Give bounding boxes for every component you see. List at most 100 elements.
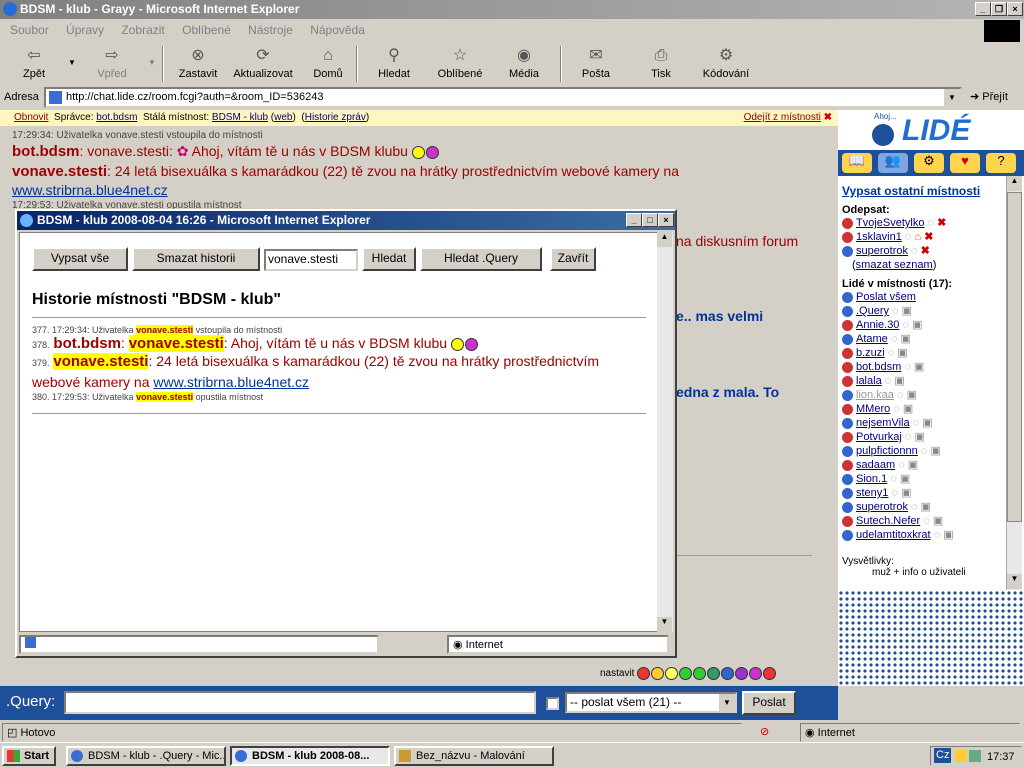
smiley-icon[interactable] bbox=[721, 667, 735, 680]
room-link[interactable]: BDSM - klub bbox=[212, 112, 268, 123]
start-button[interactable]: Start bbox=[2, 746, 56, 766]
camera-icon[interactable]: ▣ bbox=[901, 487, 911, 499]
smiley-icon[interactable] bbox=[749, 667, 763, 680]
message-input[interactable] bbox=[64, 691, 536, 714]
scroll-down-icon[interactable]: ▼ bbox=[657, 617, 672, 632]
people-item[interactable]: pulpfictionnn ◌ ▣ bbox=[842, 444, 1004, 458]
camera-icon[interactable]: ▣ bbox=[894, 375, 904, 387]
recipient-select[interactable]: -- poslat všem (21) -- ▼ bbox=[565, 692, 737, 713]
smiley-icon[interactable] bbox=[679, 667, 693, 680]
forward-button[interactable]: ⇨ Vpřed bbox=[92, 46, 132, 80]
web-link[interactable]: web bbox=[274, 112, 292, 123]
minimize-button[interactable]: _ bbox=[975, 2, 991, 16]
go-button[interactable]: ➜ Přejít bbox=[970, 90, 1008, 103]
camera-icon[interactable]: ▣ bbox=[912, 319, 922, 331]
smiley-icon[interactable] bbox=[651, 667, 665, 680]
forward-dropdown-icon[interactable]: ▼ bbox=[148, 58, 156, 67]
remove-icon[interactable]: ✖ bbox=[924, 231, 933, 243]
camera-icon[interactable]: ▣ bbox=[907, 389, 917, 401]
camera-icon[interactable]: ▣ bbox=[915, 431, 925, 443]
smiley-icon[interactable] bbox=[763, 667, 777, 680]
menu-favorites[interactable]: Oblíbené bbox=[182, 23, 231, 37]
message-icon[interactable]: ◌ bbox=[928, 217, 935, 229]
people-item[interactable]: Potvurkaj ◌ ▣ bbox=[842, 430, 1004, 444]
refresh-link[interactable]: Obnovit bbox=[14, 112, 48, 123]
menu-tools[interactable]: Nástroje bbox=[248, 23, 293, 37]
people-item[interactable]: Atame ◌ ▣ bbox=[842, 332, 1004, 346]
back-dropdown-icon[interactable]: ▼ bbox=[68, 58, 76, 67]
people-item[interactable]: Sion.1 ◌ ▣ bbox=[842, 472, 1004, 486]
people-item[interactable]: lion.kaa ◌ ▣ bbox=[842, 388, 1004, 402]
message-icon[interactable]: ◌ bbox=[902, 431, 915, 443]
message-icon[interactable]: ◌ bbox=[918, 445, 931, 457]
camera-icon[interactable]: ▣ bbox=[943, 529, 953, 541]
popup-close-button[interactable]: × bbox=[658, 213, 674, 227]
encoding-button[interactable]: ⚙ Kódování bbox=[700, 46, 752, 80]
people-item[interactable]: Annie.30 ◌ ▣ bbox=[842, 318, 1004, 332]
chevron-down-icon[interactable]: ▼ bbox=[719, 694, 735, 711]
camera-icon[interactable]: ▣ bbox=[897, 347, 907, 359]
search-button[interactable]: ⚲ Hledat bbox=[372, 46, 416, 80]
smiley-icon[interactable] bbox=[707, 667, 721, 680]
print-button[interactable]: ⎙ Tisk bbox=[642, 46, 680, 80]
menu-view[interactable]: Zobrazit bbox=[121, 23, 164, 37]
message-icon[interactable]: ◌ bbox=[894, 389, 907, 401]
smiley-icon[interactable] bbox=[665, 667, 679, 680]
remove-icon[interactable]: ✖ bbox=[921, 245, 930, 257]
camera-icon[interactable]: ▣ bbox=[908, 459, 918, 471]
camera-icon[interactable]: ▣ bbox=[914, 361, 924, 373]
sidebar-scrollbar[interactable]: ▲ ▼ bbox=[1006, 176, 1022, 590]
mail-button[interactable]: ✉ Pošta bbox=[574, 46, 618, 80]
address-input[interactable]: http://chat.lide.cz/room.fcgi?auth=&room… bbox=[44, 87, 962, 108]
camera-icon[interactable]: ▣ bbox=[900, 473, 910, 485]
people-item[interactable]: lalala ◌ ▣ bbox=[842, 374, 1004, 388]
history-link[interactable]: Historie zpráv bbox=[305, 112, 366, 123]
leave-room-link[interactable]: Odejít z místnosti bbox=[744, 112, 821, 123]
message-icon[interactable]: ◌ bbox=[885, 347, 898, 359]
camera-icon[interactable]: ▣ bbox=[933, 515, 943, 527]
message-icon[interactable]: ◌ bbox=[905, 231, 912, 243]
menu-file[interactable]: Soubor bbox=[10, 23, 49, 37]
show-all-button[interactable]: Vypsat vše bbox=[32, 247, 128, 271]
message-icon[interactable]: ◌ bbox=[889, 305, 902, 317]
send-all-item[interactable]: Poslat všem bbox=[842, 290, 1004, 304]
camera-icon[interactable]: ▣ bbox=[930, 445, 940, 457]
people-item[interactable]: .Query ◌ ▣ bbox=[842, 304, 1004, 318]
other-rooms-link[interactable]: Vypsat ostatní místnosti bbox=[842, 184, 1004, 198]
people-item[interactable]: superotrok ◌ ▣ bbox=[842, 500, 1004, 514]
clear-list-link[interactable]: smazat seznam bbox=[856, 259, 933, 271]
message-icon[interactable]: ◌ bbox=[899, 319, 912, 331]
message-icon[interactable]: ◌ bbox=[887, 473, 900, 485]
message-icon[interactable]: ◌ bbox=[890, 403, 903, 415]
private-checkbox[interactable] bbox=[546, 697, 559, 710]
history-link[interactable]: www.stribrna.blue4net.cz bbox=[153, 374, 309, 390]
close-x-icon[interactable]: ✖ bbox=[824, 112, 832, 123]
scroll-down-icon[interactable]: ▼ bbox=[1007, 574, 1022, 589]
task-item-active[interactable]: BDSM - klub 2008-08... bbox=[230, 746, 390, 766]
camera-icon[interactable]: ▣ bbox=[921, 501, 931, 513]
unsub-item[interactable]: superotrok ◌ ✖ bbox=[842, 244, 1004, 258]
close-popup-button[interactable]: Zavřít bbox=[550, 247, 596, 271]
task-item[interactable]: Bez_názvu - Malování bbox=[394, 746, 554, 766]
task-item[interactable]: BDSM - klub - .Query - Mic... bbox=[66, 746, 226, 766]
people-item[interactable]: Sutech.Nefer ◌ ▣ bbox=[842, 514, 1004, 528]
favorites-button[interactable]: ☆ Oblíbené bbox=[432, 46, 488, 80]
message-icon[interactable]: ◌ bbox=[908, 501, 921, 513]
message-icon[interactable]: ◌ bbox=[882, 375, 895, 387]
smiley-icon[interactable] bbox=[693, 667, 707, 680]
search-query-button[interactable]: Hledat .Query bbox=[420, 247, 542, 271]
help-icon[interactable]: ? bbox=[986, 153, 1016, 173]
history-search-input[interactable]: vonave.stesti bbox=[264, 249, 358, 271]
chat-link[interactable]: www.stribrna.blue4net.cz bbox=[12, 182, 168, 198]
people-icon[interactable]: 👥 bbox=[878, 153, 908, 173]
camera-icon[interactable]: ▣ bbox=[903, 403, 913, 415]
menu-help[interactable]: Nápověda bbox=[310, 23, 365, 37]
restore-button[interactable]: ❐ bbox=[991, 2, 1007, 16]
media-button[interactable]: ◉ Média bbox=[502, 46, 546, 80]
settings-icon[interactable]: ⚙ bbox=[914, 153, 944, 173]
scroll-thumb[interactable] bbox=[1007, 192, 1022, 522]
search-button[interactable]: Hledat bbox=[362, 247, 416, 271]
admin-link[interactable]: bot.bdsm bbox=[96, 112, 137, 123]
book-icon[interactable]: 📖 bbox=[842, 153, 872, 173]
people-item[interactable]: b.zuzi ◌ ▣ bbox=[842, 346, 1004, 360]
